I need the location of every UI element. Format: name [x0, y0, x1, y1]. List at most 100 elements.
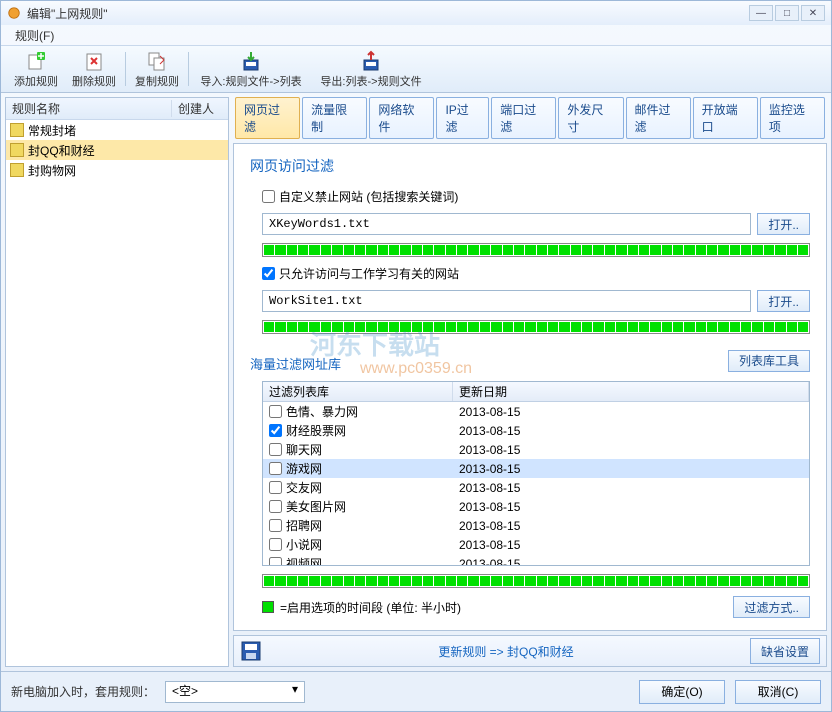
row-date: 2013-08-15	[453, 462, 809, 476]
menubar: 规则(F)	[1, 25, 831, 45]
row-checkbox[interactable]	[269, 500, 282, 513]
table-row[interactable]: 小说网2013-08-15	[263, 535, 809, 554]
tab-3[interactable]: IP过滤	[436, 97, 489, 139]
app-icon	[7, 6, 21, 20]
open-worksite-button[interactable]: 打开..	[757, 290, 810, 312]
time-bar-2[interactable]	[262, 320, 810, 334]
close-button[interactable]: ✕	[801, 5, 825, 21]
rule-list[interactable]: 常规封堵封QQ和财经封购物网	[6, 120, 228, 666]
row-name: 交友网	[286, 479, 322, 496]
copy-icon	[146, 50, 168, 72]
import-icon	[240, 50, 262, 72]
row-checkbox[interactable]	[269, 481, 282, 494]
delete-rule-button[interactable]: 删除规则	[65, 48, 123, 90]
legend-text: =启用选项的时间段 (单位: 半小时)	[280, 599, 461, 616]
row-checkbox[interactable]	[269, 462, 282, 475]
rule-item[interactable]: 封QQ和财经	[6, 140, 228, 160]
tab-2[interactable]: 网络软件	[369, 97, 434, 139]
row-name: 财经股票网	[286, 422, 346, 439]
allow-work-checkbox[interactable]	[262, 267, 275, 280]
table-body[interactable]: 色情、暴力网2013-08-15财经股票网2013-08-15聊天网2013-0…	[263, 402, 809, 565]
main-area: 规则名称 创建人 常规封堵封QQ和财经封购物网 网页过滤流量限制网络软件IP过滤…	[1, 93, 831, 671]
row-name: 聊天网	[286, 441, 322, 458]
tab-7[interactable]: 开放端口	[693, 97, 758, 139]
footer-label: 新电脑加入时，套用规则：	[11, 683, 155, 700]
row-date: 2013-08-15	[453, 557, 809, 566]
minimize-button[interactable]: —	[749, 5, 773, 21]
row-date: 2013-08-15	[453, 500, 809, 514]
row-checkbox[interactable]	[269, 557, 282, 565]
table-row[interactable]: 招聘网 2013-08-15	[263, 516, 809, 535]
th-filter-list[interactable]: 过滤列表库	[263, 382, 453, 401]
row-checkbox[interactable]	[269, 519, 282, 532]
titlebar: 编辑"上网规则" — □ ✕	[1, 1, 831, 25]
row-name: 视频网	[286, 555, 322, 565]
import-button[interactable]: 导入:规则文件->列表	[191, 48, 311, 90]
row-checkbox[interactable]	[269, 538, 282, 551]
row-name: 招聘网	[286, 517, 322, 534]
row-checkbox[interactable]	[269, 424, 282, 437]
col-creator[interactable]: 创建人	[172, 100, 228, 117]
time-bar-1[interactable]	[262, 243, 810, 257]
toolbar: 添加规则 删除规则 复制规则 导入:规则文件->列表 导出:列表->规则文件	[1, 45, 831, 93]
default-settings-button[interactable]: 缺省设置	[750, 638, 820, 664]
filter-mode-button[interactable]: 过滤方式..	[733, 596, 810, 618]
custom-block-checkbox[interactable]	[262, 190, 275, 203]
app-window: 编辑"上网规则" — □ ✕ 规则(F) 添加规则 删除规则 复制规则 导入:规…	[0, 0, 832, 712]
allow-work-checkbox-row: 只允许访问与工作学习有关的网站	[262, 265, 810, 282]
custom-block-checkbox-row: 自定义禁止网站 (包括搜索关键词)	[262, 188, 810, 205]
tab-bar: 网页过滤流量限制网络软件IP过滤端口过滤外发尺寸邮件过滤开放端口监控选项	[233, 97, 827, 139]
row-checkbox[interactable]	[269, 443, 282, 456]
tab-0[interactable]: 网页过滤	[235, 97, 300, 139]
row-name: 色情、暴力网	[286, 403, 358, 420]
ok-button[interactable]: 确定(O)	[639, 680, 725, 704]
table-row[interactable]: 游戏网 2013-08-15	[263, 459, 809, 478]
row-date: 2013-08-15	[453, 443, 809, 457]
rule-item[interactable]: 常规封堵	[6, 120, 228, 140]
update-rule-link[interactable]: 更新规则 => 封QQ和财经	[270, 643, 742, 660]
update-bar: 更新规则 => 封QQ和财经 缺省设置	[233, 635, 827, 667]
worksite-file-input[interactable]	[262, 290, 751, 312]
tab-6[interactable]: 邮件过滤	[626, 97, 691, 139]
keywords-file-input[interactable]	[262, 213, 751, 235]
maximize-button[interactable]: □	[775, 5, 799, 21]
rule-label: 常规封堵	[28, 122, 76, 139]
custom-block-label: 自定义禁止网站 (包括搜索关键词)	[279, 188, 458, 205]
open-keywords-button[interactable]: 打开..	[757, 213, 810, 235]
col-rule-name[interactable]: 规则名称	[6, 100, 172, 117]
tab-1[interactable]: 流量限制	[302, 97, 367, 139]
list-tool-button[interactable]: 列表库工具	[728, 350, 810, 372]
tab-5[interactable]: 外发尺寸	[558, 97, 623, 139]
default-rule-select[interactable]: <空>▾	[165, 681, 305, 703]
row-name: 游戏网	[286, 460, 322, 477]
menu-rule[interactable]: 规则(F)	[9, 27, 60, 44]
table-row[interactable]: 视频网 2013-08-15	[263, 554, 809, 565]
table-row[interactable]: 美女图片网2013-08-15	[263, 497, 809, 516]
time-bar-3[interactable]	[262, 574, 810, 588]
window-title: 编辑"上网规则"	[27, 5, 749, 22]
tab-8[interactable]: 监控选项	[760, 97, 825, 139]
table-row[interactable]: 交友网 2013-08-15	[263, 478, 809, 497]
rule-icon	[10, 123, 24, 137]
cancel-button[interactable]: 取消(C)	[735, 680, 821, 704]
rule-label: 封购物网	[28, 162, 76, 179]
tab-4[interactable]: 端口过滤	[491, 97, 556, 139]
delete-icon	[83, 50, 105, 72]
row-checkbox[interactable]	[269, 405, 282, 418]
export-button[interactable]: 导出:列表->规则文件	[311, 48, 431, 90]
rule-item[interactable]: 封购物网	[6, 160, 228, 180]
table-row[interactable]: 聊天网 2013-08-15	[263, 440, 809, 459]
row-name: 小说网	[286, 536, 322, 553]
row-date: 2013-08-15	[453, 481, 809, 495]
th-update-date[interactable]: 更新日期	[453, 382, 809, 401]
section-title: 网页访问过滤	[250, 156, 810, 176]
row-date: 2013-08-15	[453, 519, 809, 533]
export-icon	[360, 50, 382, 72]
save-icon[interactable]	[240, 640, 262, 662]
rule-list-header: 规则名称 创建人	[6, 98, 228, 120]
table-row[interactable]: 财经股票网2013-08-15	[263, 421, 809, 440]
table-header: 过滤列表库 更新日期	[263, 382, 809, 402]
add-rule-button[interactable]: 添加规则	[7, 48, 65, 90]
copy-rule-button[interactable]: 复制规则	[128, 48, 186, 90]
table-row[interactable]: 色情、暴力网2013-08-15	[263, 402, 809, 421]
